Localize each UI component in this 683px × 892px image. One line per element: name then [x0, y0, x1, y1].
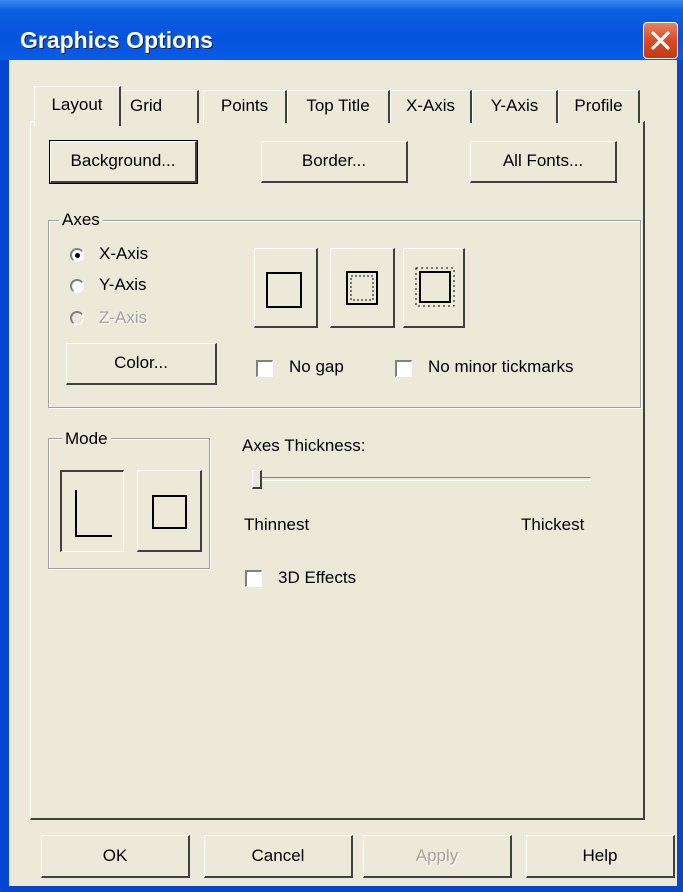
mode-box-axes-button[interactable] — [137, 470, 202, 552]
3d-effects-label: 3D Effects — [278, 568, 357, 587]
window-frame-bottom — [0, 886, 683, 892]
plain-frame-icon — [266, 272, 302, 308]
axes-style-plain-button[interactable] — [254, 248, 318, 328]
cancel-button[interactable]: Cancel — [204, 835, 353, 878]
z-axis-radio — [70, 311, 84, 325]
tab-points-label: Points — [220, 96, 269, 115]
tab-layout-label: Layout — [51, 95, 103, 114]
tab-grid[interactable]: Grid — [119, 90, 199, 123]
axes-color-button[interactable]: Color... — [66, 343, 217, 385]
l-shaped-axes-icon — [75, 490, 112, 537]
thickest-label: Thickest — [521, 515, 585, 534]
tab-layout[interactable]: Layout — [34, 86, 121, 126]
window-frame-left — [0, 60, 9, 892]
z-axis-radio-label: Z-Axis — [99, 308, 148, 327]
tab-x-axis-label: X-Axis — [405, 96, 456, 115]
y-axis-radio-label: Y-Axis — [99, 275, 147, 294]
3d-effects-checkbox[interactable] — [245, 570, 262, 587]
axes-style-outer-ticks-button[interactable] — [403, 248, 465, 328]
no-gap-checkbox[interactable] — [256, 360, 273, 377]
background-button[interactable]: Background... — [49, 140, 198, 184]
ok-button-label: OK — [102, 846, 128, 865]
tab-top-title-label: Top Title — [306, 96, 370, 115]
axes-style-inner-ticks-button[interactable] — [330, 248, 395, 328]
thinnest-label: Thinnest — [244, 515, 310, 534]
outer-ticks-frame-icon — [415, 267, 455, 307]
all-fonts-button-label: All Fonts... — [502, 151, 584, 170]
close-button[interactable] — [643, 22, 678, 59]
axes-thickness-slider-track — [254, 477, 591, 481]
axes-group-label: Axes — [59, 210, 103, 230]
no-minor-tickmarks-label: No minor tickmarks — [428, 357, 574, 376]
x-axis-radio-label: X-Axis — [99, 244, 149, 263]
mode-group-label: Mode — [62, 429, 111, 449]
ok-button[interactable]: OK — [41, 835, 190, 878]
mode-l-axes-button[interactable] — [60, 470, 124, 552]
tab-x-axis[interactable]: X-Axis — [390, 90, 472, 123]
tab-y-axis[interactable]: Y-Axis — [472, 90, 558, 123]
axes-thickness-label: Axes Thickness: — [242, 436, 366, 455]
background-button-label: Background... — [70, 151, 176, 170]
no-minor-tickmarks-checkbox[interactable] — [395, 360, 412, 377]
tab-grid-label: Grid — [130, 96, 163, 115]
cancel-button-label: Cancel — [251, 846, 305, 865]
window-title: Graphics Options — [20, 27, 213, 53]
tab-profile[interactable]: Profile — [558, 90, 640, 123]
y-axis-radio[interactable] — [70, 279, 84, 293]
no-gap-label: No gap — [289, 357, 344, 376]
apply-button: Apply — [363, 835, 512, 878]
border-button[interactable]: Border... — [261, 141, 408, 183]
box-axes-icon — [152, 495, 187, 529]
dialog-window: Graphics Options Layout Grid Points Top … — [0, 0, 683, 892]
tab-points[interactable]: Points — [203, 90, 287, 123]
inner-ticks-frame-icon — [346, 271, 378, 305]
border-button-label: Border... — [301, 151, 367, 170]
window-frame-right — [677, 60, 683, 892]
help-button[interactable]: Help — [526, 835, 675, 878]
close-icon — [651, 31, 670, 50]
x-axis-radio[interactable] — [70, 248, 84, 262]
apply-button-label: Apply — [415, 846, 459, 865]
help-button-label: Help — [582, 846, 618, 865]
tab-y-axis-label: Y-Axis — [490, 96, 539, 115]
tab-top-title[interactable]: Top Title — [287, 90, 390, 123]
axes-thickness-slider-thumb[interactable] — [252, 470, 262, 489]
all-fonts-button[interactable]: All Fonts... — [470, 141, 617, 183]
tab-profile-label: Profile — [574, 96, 623, 115]
axes-color-button-label: Color... — [114, 353, 168, 372]
